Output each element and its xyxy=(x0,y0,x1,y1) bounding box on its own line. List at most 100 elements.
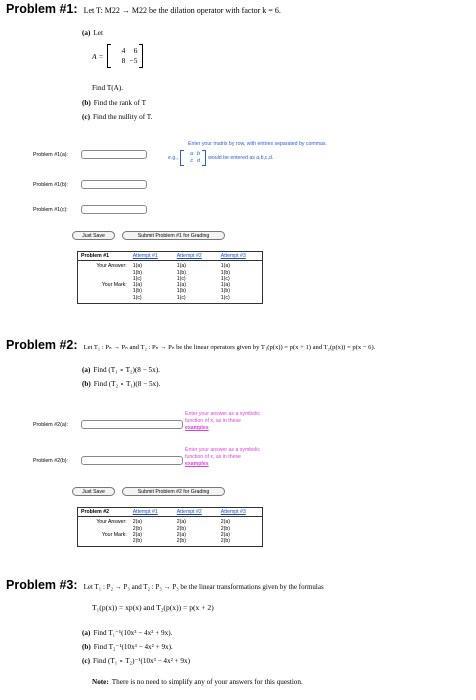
table-row: Your Answer: 1(a) 1(b) 1(c) 1(a) 1(b) 1(c) 1… xyxy=(78,261,263,282)
hint-cell: d xyxy=(197,158,201,164)
cell: 1(c) xyxy=(176,294,186,301)
table-row: Your Mark: 2(a) 2(b) 2(a) 2(b) 2(a) 2(b) xyxy=(78,532,263,547)
examples-link[interactable]: examples xyxy=(185,461,209,467)
part-label: (a) xyxy=(82,29,91,37)
part-text: Let xyxy=(93,29,103,37)
just-save-button-2[interactable]: Just Save xyxy=(72,487,115,496)
table-header: Attempt #1 xyxy=(129,507,174,518)
cell: 1(c) xyxy=(132,275,142,282)
matrix-cell: 4 xyxy=(121,46,126,55)
table-header: Problem #2 xyxy=(77,507,130,518)
cell: 1(a) xyxy=(132,263,142,270)
row-label: Your Mark: xyxy=(101,282,127,289)
cell: 2(b) xyxy=(132,538,142,545)
cell: 2(a) xyxy=(220,519,230,526)
part-text: Find (T₁ ∘ T₂)⁻¹(10x³ − 4x² + 9x) xyxy=(92,657,191,665)
problem-2-title: Problem #2: xyxy=(6,338,78,352)
cell: 1(a) xyxy=(220,263,230,270)
hint-line: Enter your answer as a symbolic xyxy=(185,411,260,417)
table-header: Problem #1 xyxy=(77,251,130,262)
part-label: (b) xyxy=(82,643,91,651)
table-header: Attempt #2 xyxy=(173,507,218,518)
cell: 1(a) xyxy=(132,282,142,289)
matrix-label: A = xyxy=(92,51,104,61)
table-header: Attempt #3 xyxy=(217,507,263,518)
part-text: Find (T₂ ∘ T₁)(8 − 5x). xyxy=(93,380,161,388)
matrix-entry-hint: Enter your matrix by row, with entries s… xyxy=(188,141,327,147)
part-label: (b) xyxy=(82,99,91,107)
cell: 1(c) xyxy=(220,275,230,282)
part-1c: (c) Find the nullity of T. xyxy=(82,113,152,121)
hint-eg: e.g., xyxy=(168,154,179,161)
table-header: Attempt #2 xyxy=(173,251,218,262)
problem-1-text: Let T: M22 → M22 be the dilation operato… xyxy=(83,6,281,15)
part-2b: (b) Find (T₂ ∘ T₁)(8 − 5x). xyxy=(82,379,160,388)
problem-2b-input[interactable] xyxy=(81,456,183,465)
table-row: Your Answer: 2(a) 2(b) 2(a) 2(b) 2(a) 2(b) xyxy=(78,517,263,532)
problem-1c-input[interactable] xyxy=(81,205,147,214)
problem-1a-label: Problem #1(a): xyxy=(33,152,69,158)
part-text: Find T₁⁻¹(10x³ − 4x² + 9x). xyxy=(93,629,173,637)
problem-3-statement: Problem #3: Let T₁ : P₂ → P₃ and T₂ : P₃… xyxy=(6,578,324,592)
table-row: Your Mark: 1(a) 1(b) 1(c) 1(a) 1(b) 1(c) 1(a… xyxy=(78,282,263,303)
cell: 1(c) xyxy=(132,294,142,301)
cell: 2(a) xyxy=(132,531,142,538)
problem-2-text: Let T₁ : Pₙ → Pₙ and T₂ : Pₙ → Pₙ be the… xyxy=(83,344,376,351)
row-label: Your Answer: xyxy=(96,519,127,526)
problem-3-formula: T₁(p(x)) = xp(x) and T₂(p(x)) = p(x + 2) xyxy=(92,603,214,612)
cell: 2(a) xyxy=(220,531,230,538)
problem-3-text: Let T₁ : P₂ → P₃ and T₂ : P₃ → P₃ be the… xyxy=(83,583,324,591)
cell: 1(a) xyxy=(220,282,230,289)
problem-2b-label: Problem #2(b): xyxy=(33,458,69,464)
find-ta: Find T(A). xyxy=(92,84,124,92)
problem-3-title: Problem #3: xyxy=(6,578,78,592)
part-1a: (a) Let xyxy=(82,29,103,37)
cell: 1(a) xyxy=(176,282,186,289)
cell: 2(a) xyxy=(132,519,142,526)
part-label: (a) xyxy=(82,366,91,374)
problem-2a-input[interactable] xyxy=(81,420,183,429)
part-text: Find the nullity of T. xyxy=(92,113,153,121)
submit-problem-2-button[interactable]: Submit Problem #2 for Grading xyxy=(122,487,225,496)
part-label: (c) xyxy=(82,657,90,665)
problem-1b-label: Problem #1(b): xyxy=(33,182,69,188)
cell: 2(b) xyxy=(220,538,230,545)
cell: 1(c) xyxy=(220,294,230,301)
matrix-cell: 6 xyxy=(133,46,138,55)
part-1b: (b) Find the rank of T xyxy=(82,99,146,107)
examples-link[interactable]: examples xyxy=(185,425,209,431)
part-label: (a) xyxy=(82,629,91,637)
submit-problem-1-button[interactable]: Submit Problem #1 for Grading xyxy=(122,231,225,240)
part-3a: (a) Find T₁⁻¹(10x³ − 4x² + 9x). xyxy=(82,628,172,637)
problem-1-attempts-table: Problem #1 Attempt #1 Attempt #2 Attempt… xyxy=(77,251,263,305)
matrix-a: A = 4 6 8 −5 xyxy=(92,44,144,68)
problem-2-statement: Problem #2: Let T₁ : Pₙ → Pₙ and T₂ : Pₙ… xyxy=(6,338,375,352)
problem-1-statement: Problem #1: Let T: M22 → M22 be the dila… xyxy=(6,2,281,16)
cell: 1(c) xyxy=(176,275,186,282)
problem-2-attempts-table: Problem #2 Attempt #1 Attempt #2 Attempt… xyxy=(77,507,263,548)
hint-text: would be entered as a,b,c,d. xyxy=(208,154,274,161)
problem-3-note: Note: There is no need to simplify any of… xyxy=(92,678,303,686)
part-text: Find the rank of T xyxy=(93,99,146,107)
problem-1c-label: Problem #1(c): xyxy=(33,207,68,213)
cell: 1(b) xyxy=(132,288,142,295)
hint-line: function of x, as in these xyxy=(185,418,241,424)
hint-line: Enter your answer as a symbolic xyxy=(185,447,260,453)
symbolic-hint-2b: Enter your answer as a symbolic function… xyxy=(185,447,260,468)
cell: 1(b) xyxy=(176,269,186,276)
note-text: There is no need to simplify any of your… xyxy=(111,678,303,686)
problem-1-title: Problem #1: xyxy=(6,2,78,16)
symbolic-hint-2a: Enter your answer as a symbolic function… xyxy=(185,411,260,432)
hint-cell: a xyxy=(190,151,194,157)
matrix-example-hint: e.g., a b c d would be entered as a,b,c,… xyxy=(168,150,273,166)
row-label: Your Mark: xyxy=(101,531,127,538)
matrix-cell: −5 xyxy=(129,56,138,65)
table-header: Attempt #1 xyxy=(129,251,174,262)
part-label: (b) xyxy=(82,380,91,388)
problem-1a-input[interactable] xyxy=(81,150,147,159)
hint-line: function of x, as in these xyxy=(185,454,241,460)
hint-cell: c xyxy=(190,158,194,164)
problem-1b-input[interactable] xyxy=(81,180,147,189)
just-save-button-1[interactable]: Just Save xyxy=(72,231,115,240)
hint-cell: b xyxy=(197,151,201,157)
